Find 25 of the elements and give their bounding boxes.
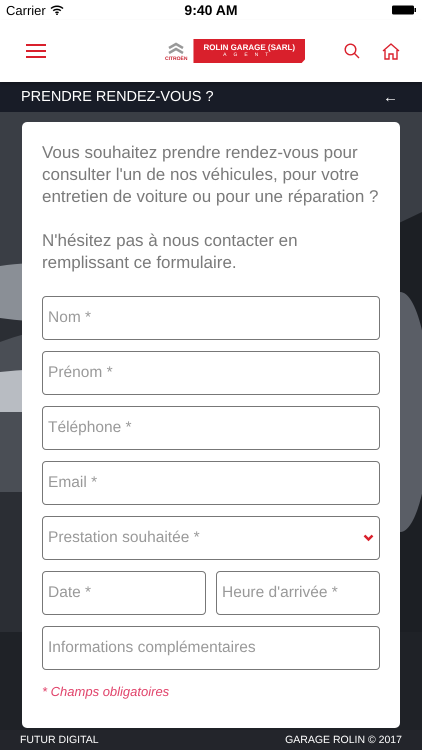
input-field[interactable]: Téléphone * <box>42 406 380 450</box>
chevron-down-icon <box>363 534 374 542</box>
search-icon[interactable] <box>344 43 360 59</box>
footer-copyright: GARAGE ROLIN © 2017 <box>285 734 402 746</box>
dealer-name: ROLIN GARAGE (SARL) <box>203 43 296 52</box>
input-field[interactable]: Nom * <box>42 296 380 340</box>
chevrons-icon <box>168 40 184 54</box>
back-button[interactable]: ← <box>383 88 398 106</box>
wifi-icon <box>50 5 64 15</box>
footer-credit: FUTUR DIGITAL <box>20 734 99 746</box>
clock: 9:40 AM <box>184 2 238 18</box>
dropdown-field[interactable]: Prestation souhaitée * <box>42 516 380 560</box>
intro-text: N'hésitez pas à nous contacter en remplissant ce formulaire. <box>42 230 299 274</box>
input-field[interactable]: Prénom * <box>42 351 380 395</box>
input-field[interactable]: Email * <box>42 461 380 505</box>
intro-text: Vous souhaitez prendre rendez-vous pour consulter l'un de nos véhicules, pour votre entretien de voiture ou pour une réparation ? <box>42 142 380 208</box>
battery-icon <box>392 5 416 15</box>
input-field[interactable]: Heure d'arrivée * <box>216 571 380 615</box>
page-title: PRENDRE RENDEZ-VOUS ? <box>21 89 214 105</box>
menu-icon[interactable] <box>26 43 46 59</box>
home-icon[interactable] <box>382 42 400 60</box>
input-field[interactable]: Date * <box>42 571 206 615</box>
required-note: * Champs obligatoires <box>42 684 170 699</box>
input-field[interactable]: Informations complémentaires <box>42 626 380 670</box>
carrier-label: Carrier <box>6 2 46 18</box>
